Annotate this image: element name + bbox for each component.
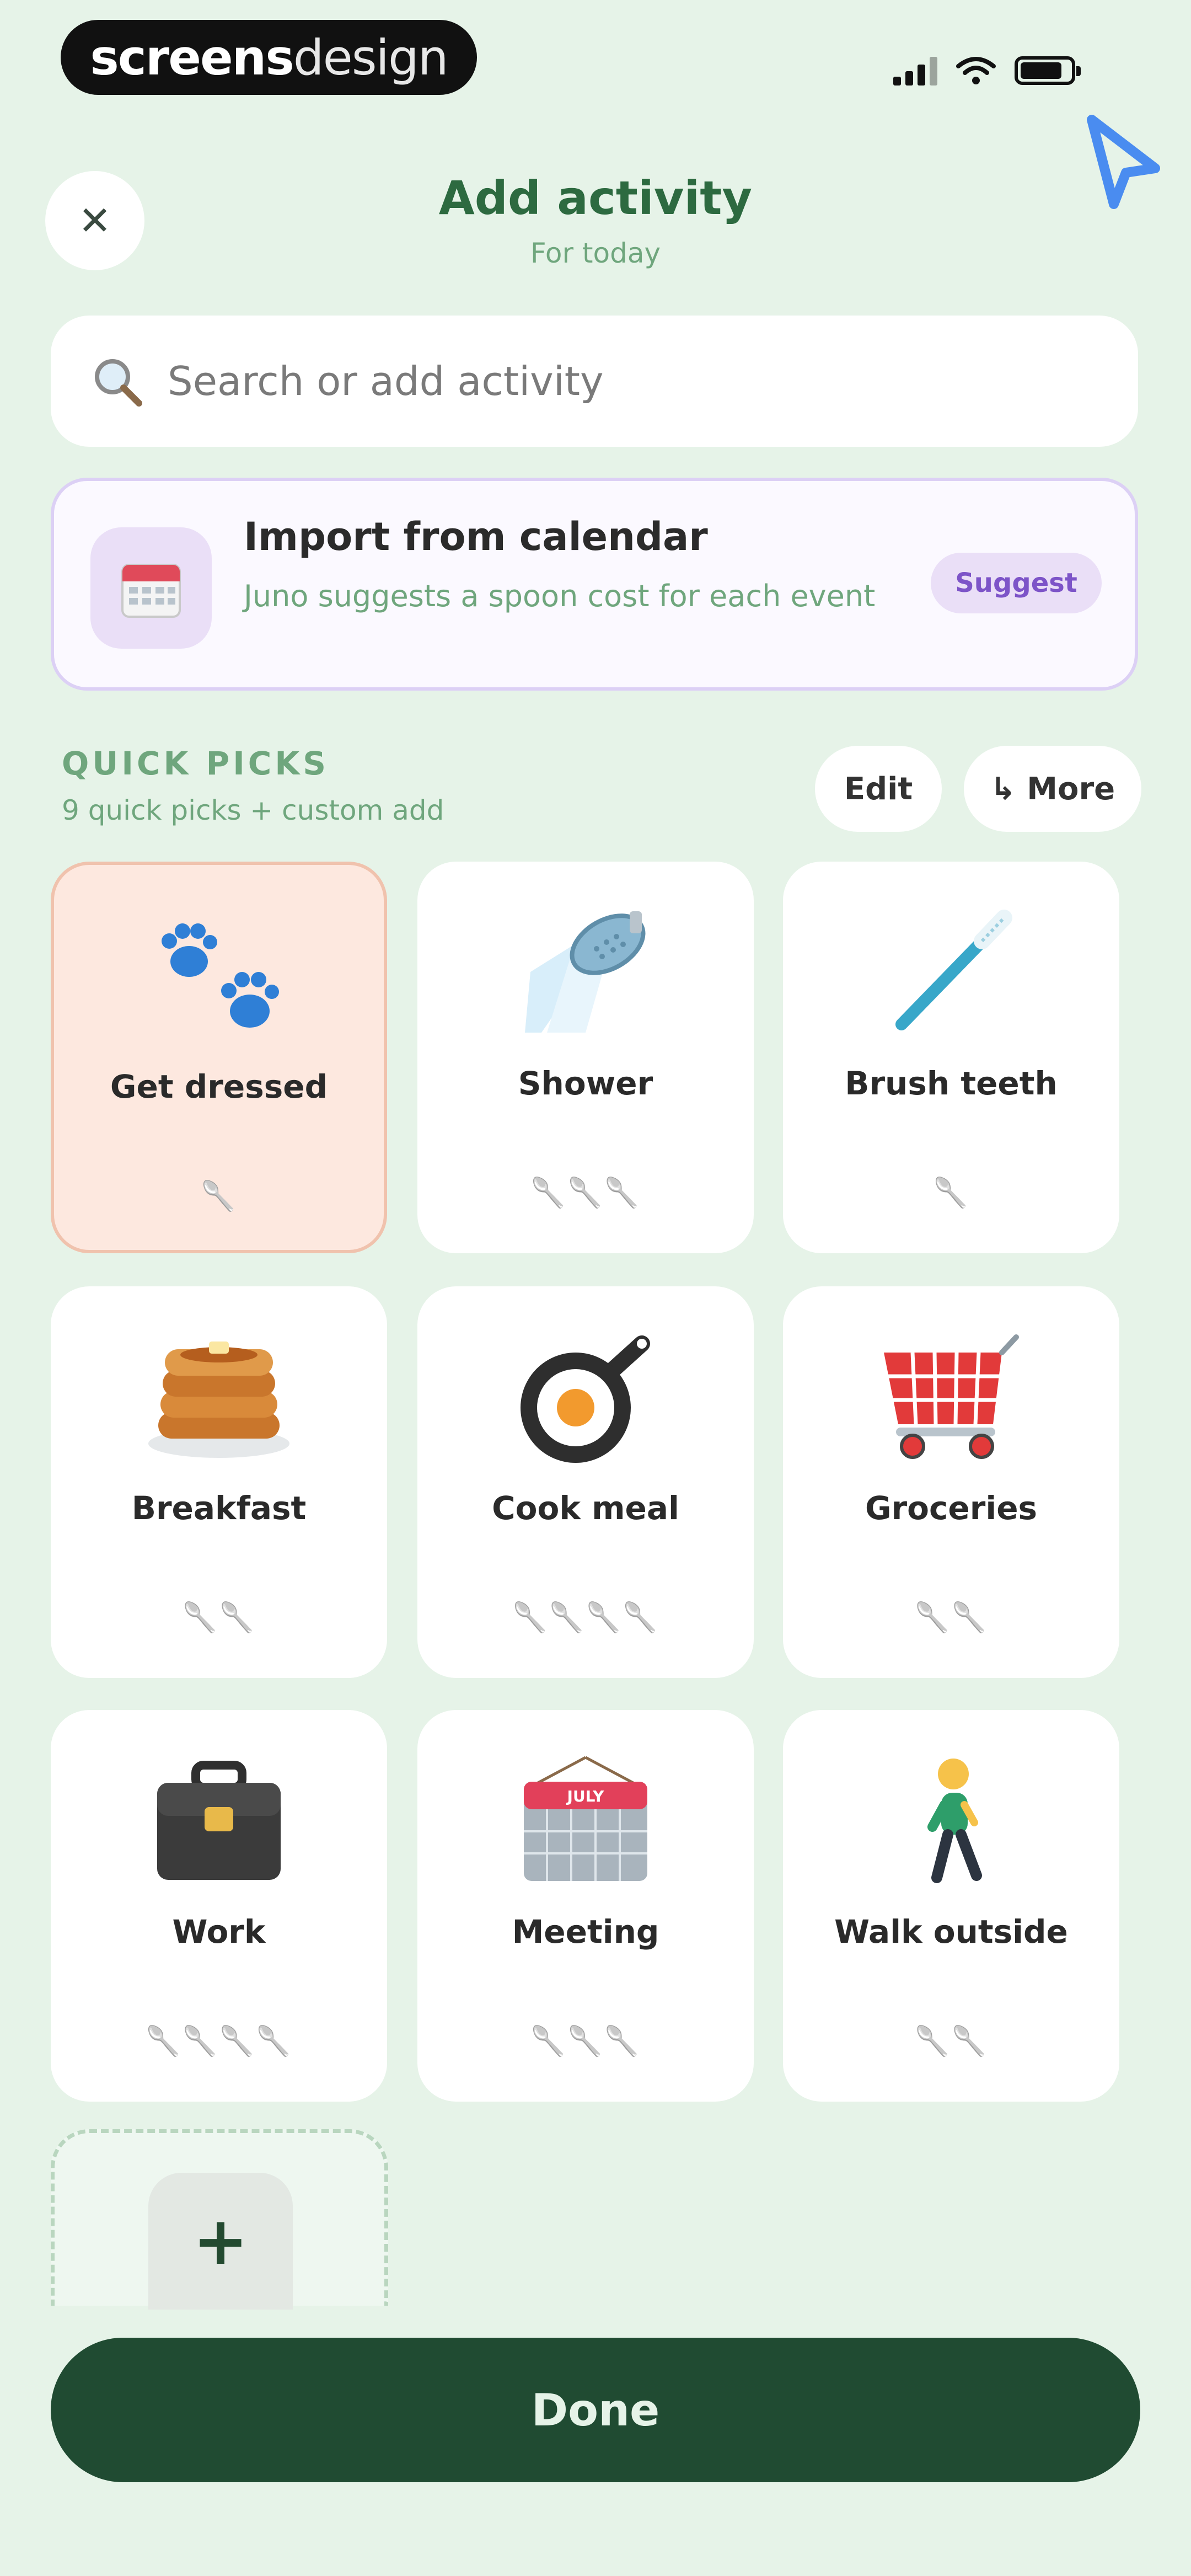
- spoon-cost: 🥄🥄🥄: [530, 1177, 641, 1210]
- search-input[interactable]: [167, 357, 1051, 405]
- activity-card-walk-outside[interactable]: Walk outside 🥄🥄: [783, 1710, 1119, 2102]
- cursor-pointer-icon: [1087, 115, 1160, 209]
- spoon-cost: 🥄: [932, 1177, 970, 1210]
- activity-card-groceries[interactable]: Groceries 🥄🥄: [783, 1286, 1119, 1678]
- activity-name: Work: [172, 1913, 266, 1950]
- edit-button[interactable]: Edit: [815, 746, 942, 832]
- calendar-tile: [90, 527, 212, 649]
- close-button[interactable]: ✕: [45, 171, 144, 270]
- custom-add-card[interactable]: +: [51, 2129, 388, 2310]
- battery-icon: [1015, 56, 1081, 85]
- activity-card-breakfast[interactable]: Breakfast 🥄🥄: [51, 1286, 387, 1678]
- paw-prints-icon: [162, 923, 279, 1028]
- suggest-button[interactable]: Suggest: [931, 553, 1102, 613]
- activity-card-shower[interactable]: Shower 🥄🥄🥄: [417, 862, 754, 1253]
- screensdesign-logo: screens design: [61, 20, 477, 95]
- calendar-icon: [121, 564, 181, 618]
- plus-icon: +: [148, 2173, 293, 2310]
- activity-name: Shower: [518, 1065, 653, 1102]
- activity-name: Get dressed: [110, 1068, 328, 1105]
- activity-name: Brush teeth: [845, 1065, 1058, 1102]
- page-subtitle: For today: [530, 237, 661, 269]
- walking-person-icon: [927, 1759, 982, 1883]
- cellular-signal-icon: [893, 56, 937, 85]
- wifi-icon: [956, 57, 996, 84]
- activity-name: Groceries: [865, 1489, 1038, 1527]
- search-bar[interactable]: [51, 316, 1138, 447]
- activity-name: Meeting: [512, 1913, 659, 1950]
- more-button[interactable]: ↳ More: [964, 746, 1141, 832]
- briefcase-icon: [157, 1761, 281, 1880]
- add-activity-screen: screensdesign ✕ Add activity For today: [0, 0, 1191, 2576]
- close-icon: ✕: [78, 197, 112, 244]
- import-title: Import from calendar: [244, 514, 708, 559]
- import-description: Juno suggests a spoon cost for each even…: [244, 579, 876, 613]
- quick-picks-label: QUICK PICKS: [62, 745, 330, 782]
- logo-text-light: design: [293, 29, 449, 86]
- spoon-cost: 🥄🥄: [914, 2025, 988, 2058]
- activity-name: Breakfast: [131, 1489, 307, 1527]
- done-button[interactable]: Done: [51, 2338, 1140, 2482]
- activity-name: Cook meal: [492, 1489, 679, 1527]
- activity-card-brush-teeth[interactable]: Brush teeth 🥄: [783, 862, 1119, 1253]
- toothbrush-icon: [895, 910, 1012, 1030]
- shower-icon: [525, 911, 646, 1033]
- import-from-calendar-card[interactable]: Import from calendar Juno suggests a spo…: [51, 478, 1138, 691]
- spoon-cost: 🥄🥄🥄🥄: [512, 1601, 659, 1634]
- logo-text-bold: screens: [90, 29, 294, 86]
- pancakes-icon: [148, 1342, 289, 1458]
- spoon-cost: 🥄🥄🥄🥄: [145, 2025, 293, 2058]
- spoon-cost: 🥄🥄: [182, 1601, 256, 1634]
- page-title: Add activity: [438, 171, 753, 225]
- spoon-cost: 🥄: [200, 1180, 238, 1213]
- shopping-cart-icon: [884, 1334, 1019, 1459]
- activity-card-cook-meal[interactable]: Cook meal 🥄🥄🥄🥄: [417, 1286, 754, 1678]
- spoon-cost: 🥄🥄: [914, 1601, 988, 1634]
- activity-card-work[interactable]: Work 🥄🥄🥄🥄: [51, 1710, 387, 2102]
- quick-picks-count: 9 quick picks + custom add: [62, 794, 444, 826]
- frying-pan-icon: [521, 1335, 650, 1463]
- activity-card-get-dressed[interactable]: Get dressed 🥄: [51, 862, 387, 1253]
- search-icon: [95, 359, 142, 407]
- status-icons: [893, 49, 1125, 93]
- activity-card-meeting[interactable]: JULY Meeting 🥄🥄🥄: [417, 1710, 754, 2102]
- activity-name: Walk outside: [834, 1913, 1068, 1950]
- calendar-month-label: JULY: [566, 1787, 605, 1805]
- calendar-icon: JULY: [524, 1756, 647, 1881]
- spoon-cost: 🥄🥄🥄: [530, 2025, 641, 2058]
